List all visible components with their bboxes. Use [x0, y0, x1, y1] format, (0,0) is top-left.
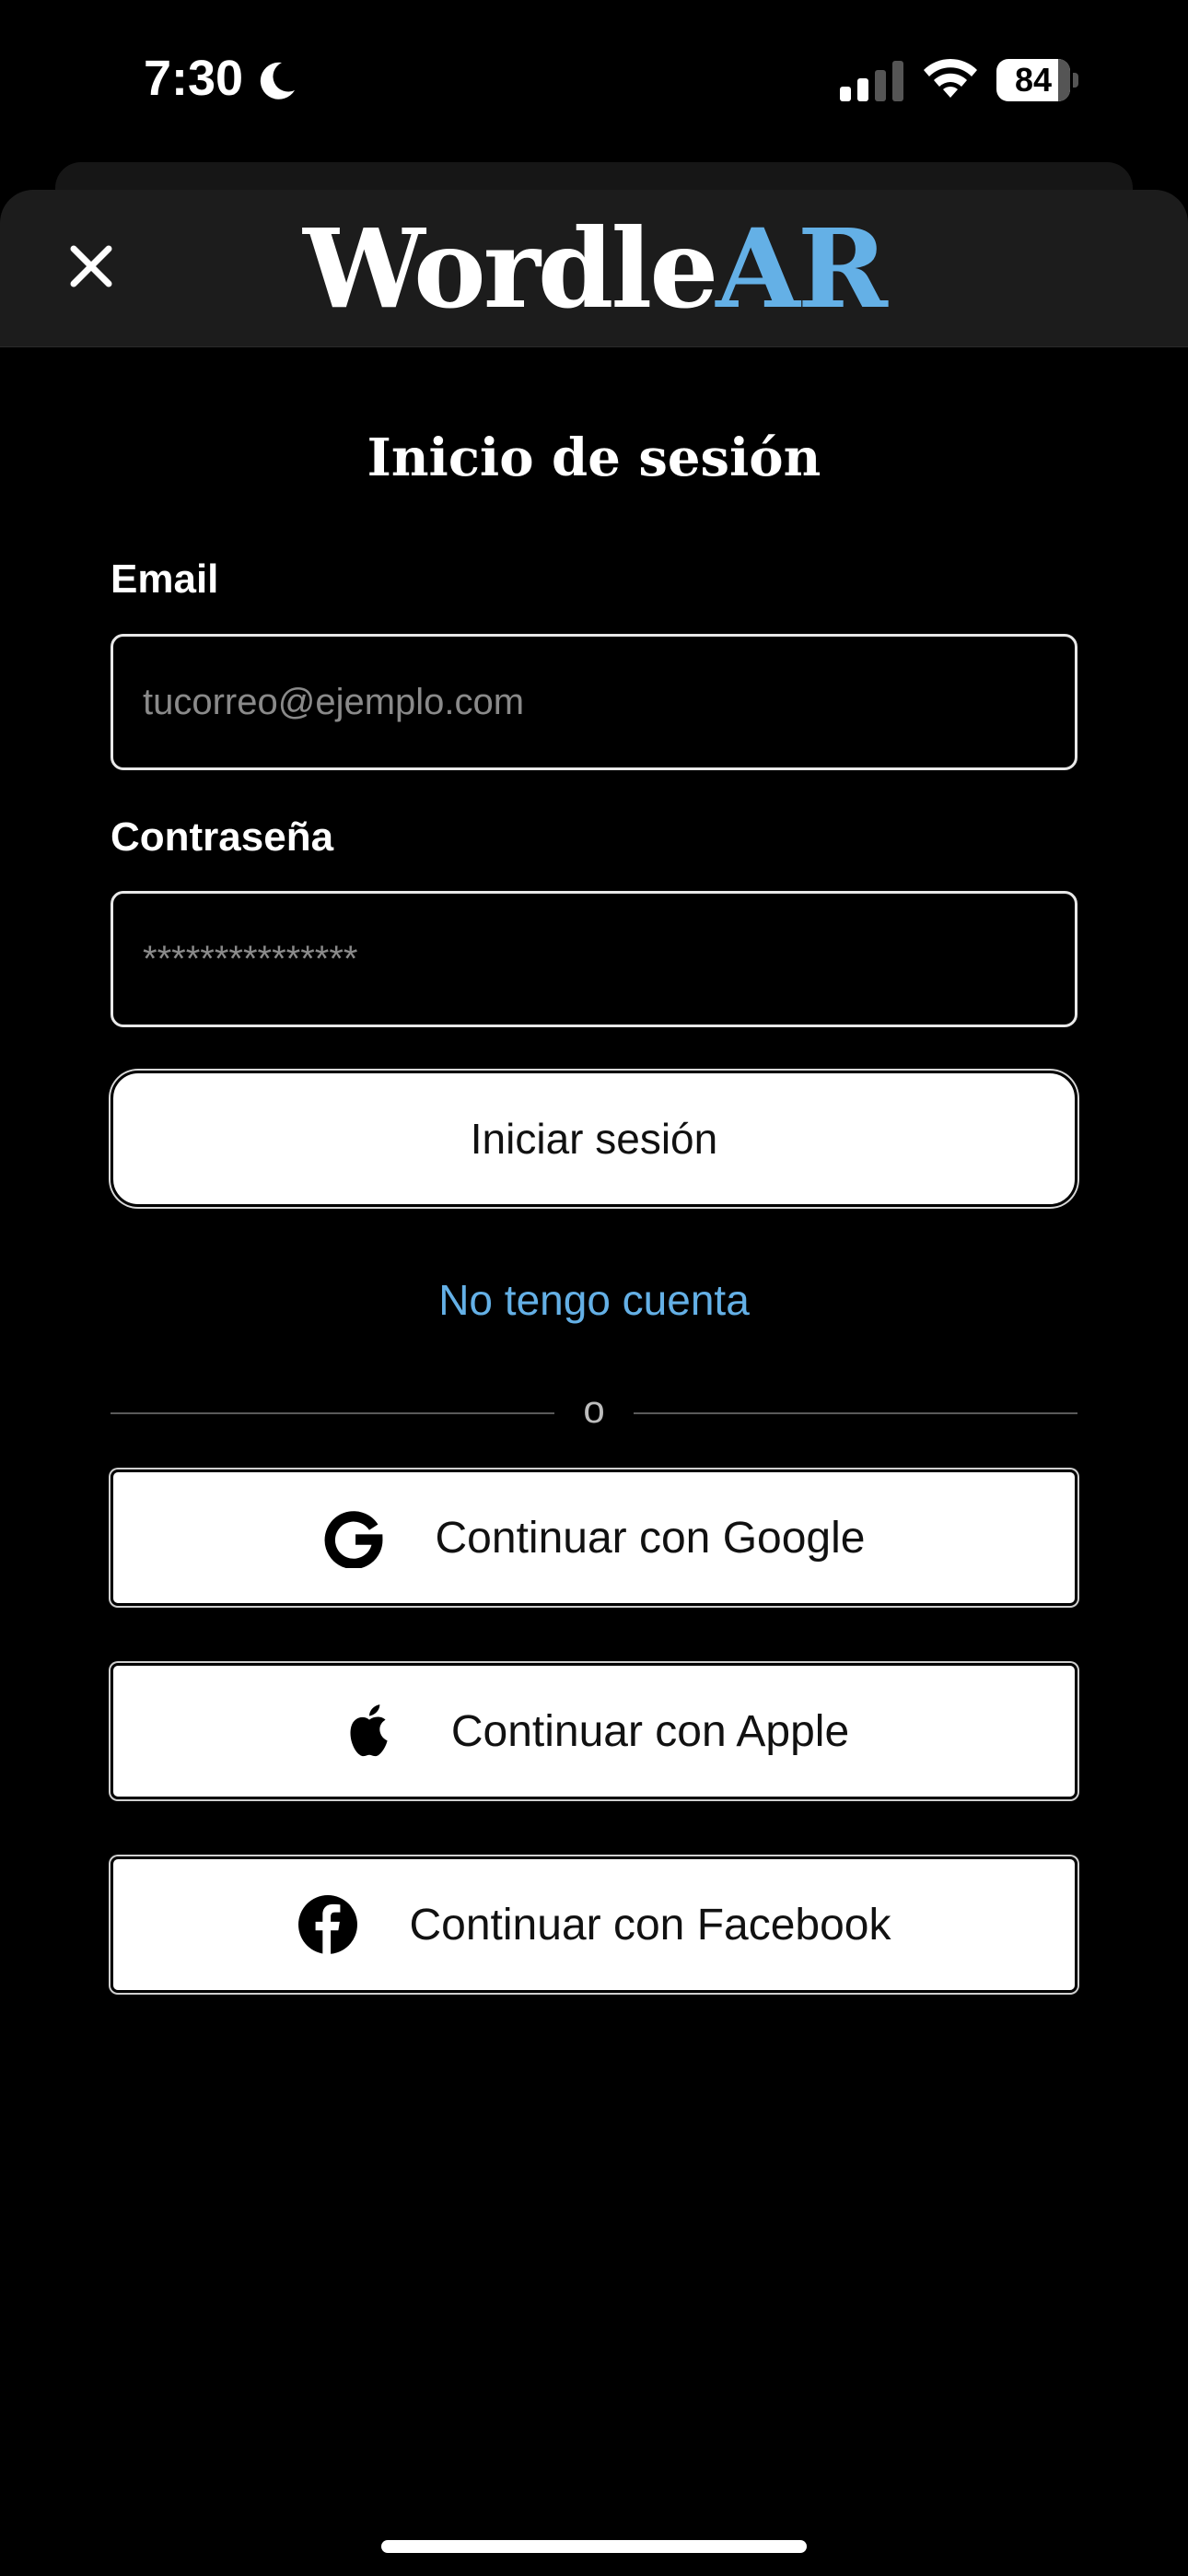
home-indicator [381, 2540, 807, 2553]
password-field[interactable] [111, 891, 1077, 1027]
cellular-signal-icon [840, 61, 903, 101]
password-label: Contraseña [111, 814, 334, 860]
divider-line-left [111, 1412, 554, 1414]
logo-accent: AR [716, 205, 888, 333]
google-signin-button[interactable]: Continuar con Google [111, 1469, 1077, 1606]
battery-tip [1073, 73, 1078, 88]
moon-icon [260, 62, 295, 100]
apple-icon [339, 1701, 400, 1762]
google-signin-label: Continuar con Google [435, 1513, 866, 1563]
battery-level-text: 84 [1014, 61, 1053, 99]
divider-line-right [634, 1412, 1077, 1414]
status-time: 7:30 [144, 51, 244, 106]
wifi-icon [924, 58, 977, 98]
login-button-label: Iniciar sesión [470, 1115, 718, 1163]
status-bar: 7:30 84 [0, 0, 1188, 157]
sheet-header: WordleAR [0, 190, 1188, 347]
apple-signin-label: Continuar con Apple [450, 1706, 850, 1756]
facebook-icon [297, 1894, 358, 1955]
signup-link[interactable]: No tengo cuenta [0, 1275, 1188, 1325]
email-field[interactable] [111, 634, 1077, 770]
google-icon [323, 1507, 384, 1568]
battery-indicator: 84 [996, 59, 1079, 101]
facebook-signin-label: Continuar con Facebook [409, 1900, 891, 1950]
app-logo: WordleAR [0, 214, 1188, 324]
apple-signin-button[interactable]: Continuar con Apple [111, 1663, 1077, 1799]
page-title: Inicio de sesión [367, 427, 821, 488]
email-label: Email [111, 556, 219, 602]
login-button[interactable]: Iniciar sesión [111, 1071, 1077, 1207]
logo-word: Wordle [303, 205, 718, 333]
battery-body: 84 [996, 59, 1070, 101]
divider-text: o [583, 1388, 605, 1431]
facebook-signin-button[interactable]: Continuar con Facebook [111, 1856, 1077, 1993]
